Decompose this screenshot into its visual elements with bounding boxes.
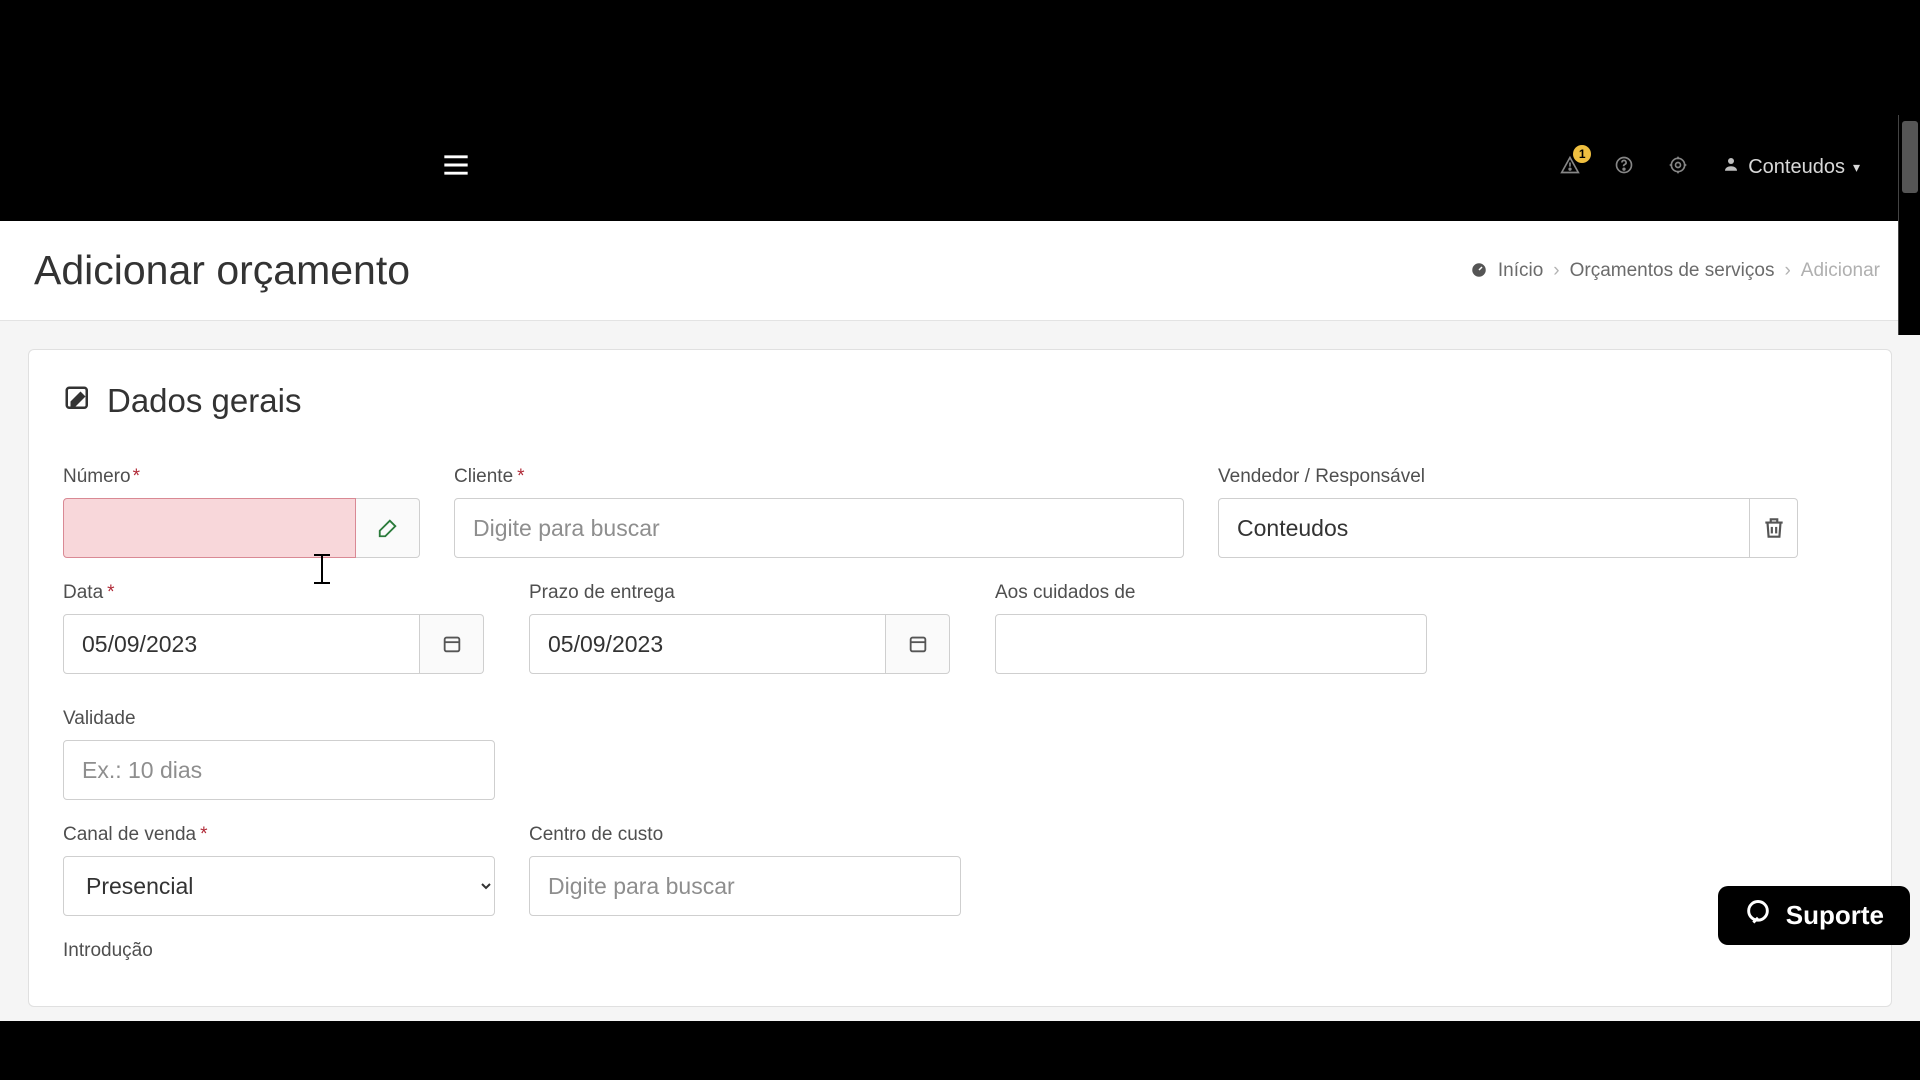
field-data: Data: [63, 582, 495, 674]
breadcrumb-sep: ›: [1553, 260, 1559, 282]
field-introducao: Introdução: [63, 940, 1857, 972]
breadcrumb-sep: ›: [1784, 260, 1790, 282]
numero-input[interactable]: [63, 498, 356, 558]
user-menu-label: Conteudos: [1748, 156, 1845, 179]
label-vendedor: Vendedor / Responsável: [1218, 466, 1798, 488]
label-canal: Canal de venda: [63, 824, 495, 846]
breadcrumb-home[interactable]: Início: [1498, 260, 1543, 282]
topbar-right-group: 1: [1560, 155, 1860, 180]
help-icon[interactable]: [1614, 155, 1634, 180]
user-icon: [1722, 155, 1740, 179]
card-title: Dados gerais: [107, 382, 301, 420]
field-canal: Canal de venda Presencial: [63, 824, 495, 916]
label-numero: Número: [63, 466, 420, 488]
breadcrumb-mid[interactable]: Orçamentos de serviços: [1570, 260, 1775, 282]
canal-select[interactable]: Presencial: [63, 856, 495, 916]
field-aos-cuidados: Aos cuidados de: [995, 582, 1427, 674]
scrollbar-thumb[interactable]: [1902, 121, 1918, 193]
cliente-input[interactable]: [454, 498, 1184, 558]
label-cliente: Cliente: [454, 466, 1184, 488]
chat-icon: [1744, 898, 1772, 933]
label-aos: Aos cuidados de: [995, 582, 1427, 604]
caret-down-icon: ▾: [1853, 159, 1860, 176]
breadcrumb-current: Adicionar: [1801, 260, 1880, 282]
field-centro-custo: Centro de custo: [529, 824, 961, 916]
validade-input[interactable]: [63, 740, 495, 800]
notifications-icon[interactable]: 1: [1560, 155, 1580, 180]
field-vendedor: Vendedor / Responsável: [1218, 466, 1798, 558]
label-introducao: Introdução: [63, 940, 1857, 962]
vendedor-input[interactable]: [1218, 498, 1750, 558]
page-header: Adicionar orçamento Início › Orçamentos …: [0, 221, 1920, 321]
field-numero: Número: [63, 466, 420, 558]
card-body: Número Cliente: [29, 466, 1891, 1006]
breadcrumb: Início › Orçamentos de serviços › Adicio…: [1470, 260, 1880, 282]
page-body: Dados gerais Número: [0, 321, 1920, 1021]
user-menu[interactable]: Conteudos ▾: [1722, 155, 1860, 179]
settings-icon[interactable]: [1668, 155, 1688, 180]
prazo-input[interactable]: [529, 614, 886, 674]
prazo-calendar-button[interactable]: [886, 614, 950, 674]
vertical-scrollbar[interactable]: [1898, 115, 1920, 335]
support-label: Suporte: [1786, 900, 1884, 931]
card-dados-gerais: Dados gerais Número: [28, 349, 1892, 1007]
field-cliente: Cliente: [454, 466, 1184, 558]
numero-edit-button[interactable]: [356, 498, 420, 558]
menu-toggle-button[interactable]: [438, 151, 474, 184]
label-prazo: Prazo de entrega: [529, 582, 961, 604]
field-prazo: Prazo de entrega: [529, 582, 961, 674]
field-validade: Validade: [63, 708, 495, 800]
label-data: Data: [63, 582, 495, 604]
notifications-badge: 1: [1573, 145, 1591, 163]
app-topbar: 1: [0, 113, 1920, 221]
centro-input[interactable]: [529, 856, 961, 916]
data-input[interactable]: [63, 614, 420, 674]
data-calendar-button[interactable]: [420, 614, 484, 674]
support-widget[interactable]: Suporte: [1718, 886, 1910, 945]
aos-input[interactable]: [995, 614, 1427, 674]
edit-icon: [63, 384, 93, 419]
page-title: Adicionar orçamento: [34, 247, 410, 294]
label-validade: Validade: [63, 708, 495, 730]
label-centro: Centro de custo: [529, 824, 961, 846]
vendedor-clear-button[interactable]: [1750, 498, 1798, 558]
dashboard-icon: [1470, 260, 1488, 282]
card-header: Dados gerais: [29, 350, 1891, 442]
